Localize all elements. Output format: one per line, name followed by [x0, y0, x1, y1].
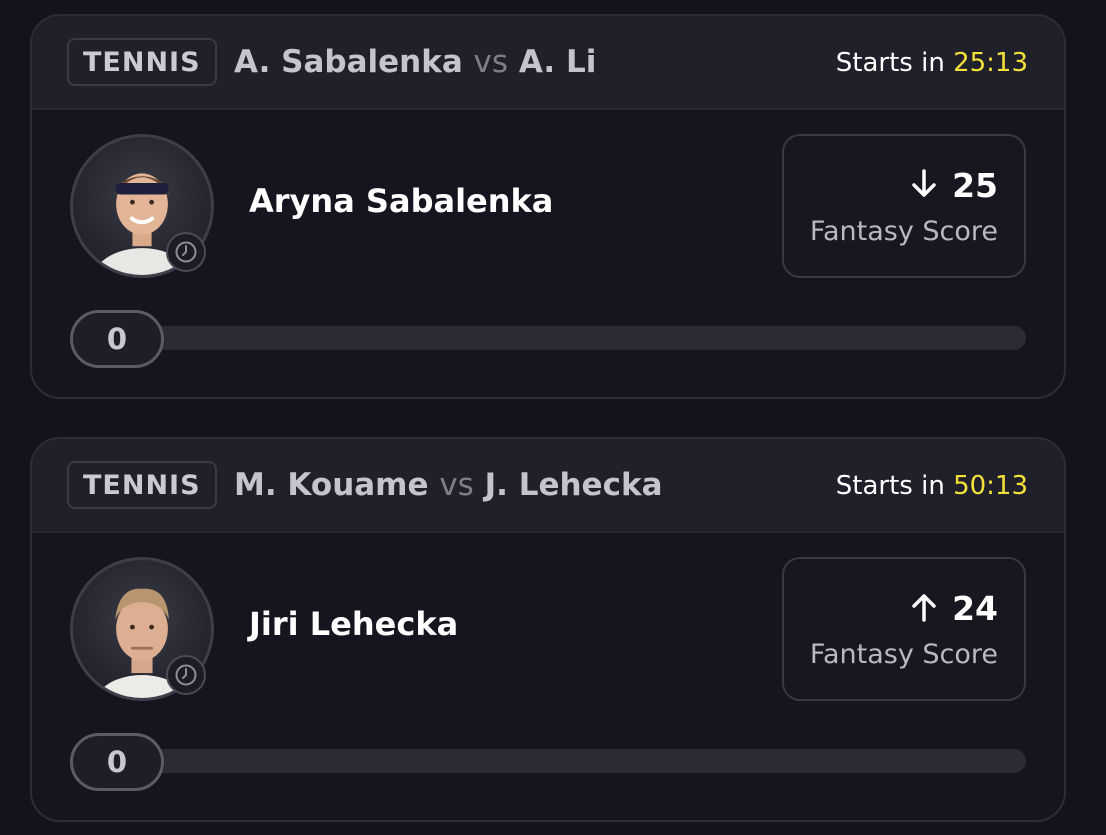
progress-track	[70, 326, 1026, 350]
card-header: TENNIS A. Sabalenka vs A. Li Starts in 2…	[32, 16, 1064, 110]
matchup-title: A. Sabalenka vs A. Li	[234, 44, 596, 80]
vs-label: vs	[439, 467, 474, 503]
clock-icon	[166, 655, 206, 695]
fantasy-score-box[interactable]: 24 Fantasy Score	[782, 557, 1026, 701]
start-countdown: Starts in 50:13	[836, 471, 1028, 501]
matchup-title: M. Kouame vs J. Lehecka	[234, 467, 663, 503]
player-name: Aryna Sabalenka	[249, 182, 554, 220]
score-value: 25	[952, 166, 998, 205]
count-pill: 0	[70, 310, 164, 368]
player-name: Jiri Lehecka	[249, 605, 459, 643]
starts-label: Starts in	[835, 471, 945, 501]
countdown-timer: 50:13	[953, 471, 1028, 501]
clock-icon	[166, 232, 206, 272]
player-b-name: J. Lehecka	[484, 467, 663, 503]
starts-label: Starts in	[835, 48, 945, 78]
fantasy-score-box[interactable]: 25 Fantasy Score	[782, 134, 1026, 278]
player-a-name: A. Sabalenka	[234, 44, 463, 80]
arrow-up-icon	[910, 592, 938, 626]
count-pill: 0	[70, 733, 164, 791]
vs-label: vs	[473, 44, 509, 80]
countdown-timer: 25:13	[953, 48, 1028, 78]
sport-badge: TENNIS	[67, 461, 217, 509]
sport-badge: TENNIS	[67, 38, 217, 86]
score-label: Fantasy Score	[809, 216, 998, 247]
match-card[interactable]: TENNIS A. Sabalenka vs A. Li Starts in 2…	[30, 14, 1066, 399]
match-card[interactable]: TENNIS M. Kouame vs J. Lehecka Starts in…	[30, 437, 1066, 822]
score-line: 24	[910, 589, 998, 628]
progress-track	[70, 749, 1026, 773]
start-countdown: Starts in 25:13	[836, 48, 1028, 78]
player-b-name: A. Li	[518, 44, 597, 80]
arrow-down-icon	[910, 168, 938, 203]
card-header: TENNIS M. Kouame vs J. Lehecka Starts in…	[32, 439, 1064, 533]
score-label: Fantasy Score	[809, 639, 998, 670]
score-value: 24	[952, 589, 998, 628]
player-a-name: M. Kouame	[234, 467, 429, 503]
score-line: 25	[910, 166, 998, 205]
